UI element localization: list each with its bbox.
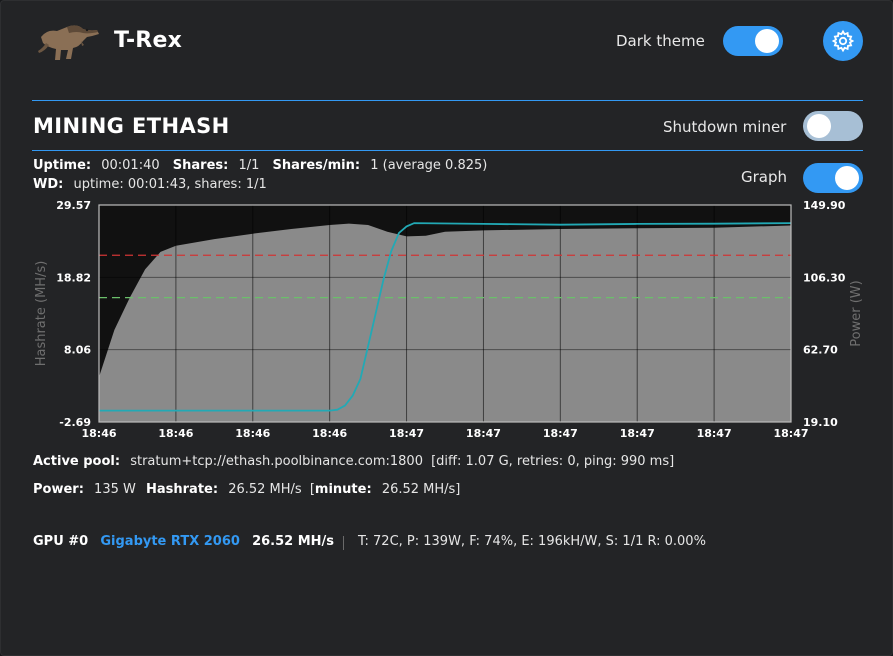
divider (32, 100, 863, 101)
hashrate-value: 26.52 MH/s (228, 482, 302, 497)
app-title: T-Rex (114, 28, 182, 53)
minute-value: 26.52 MH/s] (381, 482, 461, 497)
x-tick-label: 18:46 (312, 427, 347, 440)
toggle-knob (835, 166, 859, 190)
section-title: MINING ETHASH (33, 114, 230, 138)
graph-toggle[interactable] (803, 163, 863, 193)
x-tick-label: 18:46 (158, 427, 193, 440)
gpu-model: Gigabyte RTX 2060 (100, 534, 240, 549)
shares-min-value: 1 (average 0.825) (370, 158, 488, 173)
active-pool-label: Active pool: (33, 454, 121, 469)
x-tick-label: 18:47 (773, 427, 808, 440)
wd-value: uptime: 00:01:43, shares: 1/1 (73, 177, 267, 192)
y-right-tick-label: 62.70 (803, 344, 838, 357)
active-pool-line: Active pool: stratum+tcp://ethash.poolbi… (33, 454, 674, 469)
x-tick-label: 18:47 (543, 427, 578, 440)
divider (32, 150, 863, 151)
x-tick-label: 18:47 (389, 427, 424, 440)
y-left-axis-label: Hashrate (MH/s) (34, 261, 49, 367)
settings-button[interactable] (823, 21, 863, 61)
toggle-knob (807, 114, 831, 138)
y-right-axis-label: Power (W) (849, 280, 864, 346)
active-pool-value: stratum+tcp://ethash.poolbinance.com:180… (130, 454, 423, 469)
graph-label: Graph (741, 168, 788, 186)
hashrate-power-chart: 29.57 18.82 8.06 -2.69 149.90 106.30 62.70 19.1… (1, 191, 893, 451)
shares-min-label: Shares/min: (272, 158, 361, 173)
x-tick-label: 18:46 (235, 427, 270, 440)
toggle-knob (755, 29, 779, 53)
app-window: T-Rex Dark theme MINING ETHASH Shutdown … (0, 0, 893, 656)
shutdown-miner-toggle[interactable] (803, 111, 863, 141)
gpu-row: GPU #0 Gigabyte RTX 2060 26.52 MH/s (33, 534, 334, 549)
x-tick-label: 18:46 (81, 427, 116, 440)
gear-icon (831, 29, 855, 53)
shares-label: Shares: (172, 158, 229, 173)
hashrate-label: Hashrate: (146, 482, 219, 497)
x-tick-label: 18:47 (466, 427, 501, 440)
gpu-hashrate: 26.52 MH/s (252, 534, 335, 549)
hashrate-area (99, 223, 791, 422)
dark-theme-label: Dark theme (616, 32, 705, 50)
power-line: Power: 135 W Hashrate: 26.52 MH/s [minut… (33, 482, 460, 497)
uptime-value: 00:01:40 (101, 158, 160, 173)
y-left-tick-label: 18.82 (56, 271, 91, 284)
power-label: Power: (33, 482, 84, 497)
y-left-tick-label: 29.57 (56, 199, 91, 212)
t-rex-logo-icon (37, 17, 101, 63)
uptime-stats: Uptime: 00:01:40 Shares: 1/1 Shares/min:… (33, 158, 487, 173)
x-tick-label: 18:47 (697, 427, 732, 440)
y-left-tick-label: 8.06 (64, 344, 91, 357)
gpu-id: GPU #0 (33, 534, 89, 549)
wd-stats: WD: uptime: 00:01:43, shares: 1/1 (33, 177, 267, 192)
uptime-label: Uptime: (33, 158, 92, 173)
gpu-details: T: 72C, P: 139W, F: 74%, E: 196kH/W, S: … (358, 534, 706, 549)
shares-value: 1/1 (238, 158, 260, 173)
wd-label: WD: (33, 177, 64, 192)
x-tick-label: 18:47 (620, 427, 655, 440)
power-value: 135 W (94, 482, 136, 497)
minute-label: minute: (314, 482, 372, 497)
active-pool-details: [diff: 1.07 G, retries: 0, ping: 990 ms] (431, 454, 675, 469)
y-right-tick-label: 149.90 (803, 199, 846, 212)
shutdown-miner-label: Shutdown miner (663, 118, 787, 136)
y-right-tick-label: 106.30 (803, 271, 846, 284)
chart-svg: 29.5718.828.06-2.69149.90106.3062.7019.1… (34, 199, 864, 440)
gpu-separator (343, 536, 344, 550)
dark-theme-toggle[interactable] (723, 26, 783, 56)
header: T-Rex Dark theme (1, 1, 892, 89)
